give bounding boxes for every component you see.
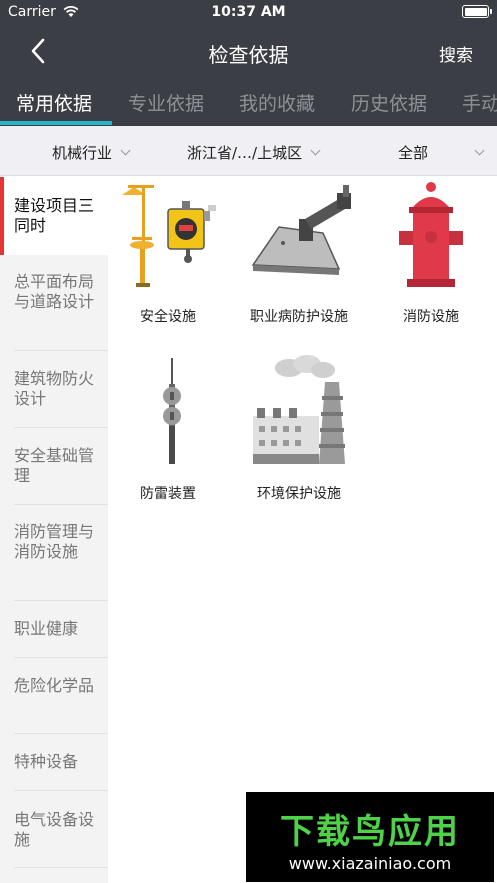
sidebar-item-label: 总平面布局与道路设计	[14, 272, 95, 311]
search-button[interactable]: 搜索	[439, 41, 473, 66]
sidebar-item-label: 职业健康	[14, 619, 79, 638]
tab-manual[interactable]: 手动	[462, 89, 497, 116]
grid-item-occupational-disease[interactable]: 职业病防护设施	[239, 177, 359, 337]
fire-hydrant-icon	[399, 182, 463, 287]
sidebar-item-project[interactable]: 建设项目三同时	[0, 177, 108, 255]
sidebar-item-layout[interactable]: 总平面布局与道路设计	[0, 255, 108, 351]
lightning-rod-icon	[163, 358, 181, 464]
sidebar-item-special-equipment[interactable]: 特种设备	[0, 734, 108, 791]
watermark-url: www.xiazainiao.com	[288, 854, 452, 873]
sidebar-item-label: 消防管理与消防设施	[14, 522, 95, 561]
region-filter[interactable]: 浙江省/…/上城区	[187, 142, 321, 163]
watermark-logo: 下载鸟应用 www.xiazainiao.com	[246, 792, 494, 882]
tab-professional[interactable]: 专业依据	[128, 89, 204, 116]
sidebar-item-hazardous-chemicals[interactable]: 危险化学品	[0, 658, 108, 734]
active-tab-indicator	[0, 121, 112, 125]
grid-item-environmental-protection[interactable]: 环境保护设施	[239, 352, 359, 512]
watermark-brand: 下载鸟应用	[280, 812, 460, 852]
grid-item-label: 环境保护设施	[257, 486, 341, 502]
grid-item-fire-facilities[interactable]: 消防设施	[371, 177, 491, 337]
grid-item-label: 消防设施	[403, 309, 459, 325]
divider	[14, 867, 108, 868]
factory-icon	[253, 355, 345, 464]
tab-history[interactable]: 历史依据	[351, 89, 427, 116]
tab-favorites[interactable]: 我的收藏	[239, 89, 315, 116]
filter-bar: 机械行业 浙江省/…/上城区 全部	[0, 126, 497, 176]
battery-icon	[462, 5, 492, 18]
grid-item-label: 职业病防护设施	[250, 309, 348, 325]
grid-item-safety-facilities[interactable]: 安全设施	[108, 177, 228, 337]
chevron-down-icon	[474, 145, 485, 156]
scope-filter-label: 全部	[398, 144, 429, 162]
chevron-down-icon	[120, 145, 131, 156]
scope-filter[interactable]: 全部	[398, 142, 485, 163]
sidebar-item-fire-design[interactable]: 建筑物防火设计	[0, 351, 108, 428]
industry-filter[interactable]: 机械行业	[52, 142, 131, 163]
page-title: 检查依据	[208, 43, 289, 67]
sidebar-item-label: 电气设备设施	[14, 810, 95, 849]
grid-item-label: 防雷装置	[140, 486, 196, 502]
sidebar: 建设项目三同时 总平面布局与道路设计 建筑物防火设计 安全基础管理 消防管理与消…	[0, 177, 108, 883]
sidebar-item-label: 特种设备	[14, 752, 79, 771]
chevron-down-icon	[310, 145, 321, 156]
grid-item-label: 安全设施	[140, 309, 196, 325]
sidebar-item-label: 建设项目三同时	[14, 196, 95, 235]
status-time: 10:37 AM	[211, 4, 286, 20]
sidebar-item-label: 建筑物防火设计	[14, 369, 95, 408]
safety-facilities-icon	[122, 185, 216, 287]
tab-common[interactable]: 常用依据	[16, 89, 92, 116]
industry-filter-label: 机械行业	[52, 144, 113, 162]
region-filter-label: 浙江省/…/上城区	[187, 144, 303, 162]
sidebar-item-electrical[interactable]: 电气设备设施	[0, 791, 108, 868]
sidebar-item-label: 危险化学品	[14, 676, 95, 695]
category-grid: 安全设施 职业病防护设施 消防设施 防雷装置 环境保护设施	[108, 177, 497, 883]
sidebar-item-fire-management[interactable]: 消防管理与消防设施	[0, 505, 108, 601]
sidebar-item-safety-basics[interactable]: 安全基础管理	[0, 428, 108, 505]
sidebar-item-occupational-health[interactable]: 职业健康	[0, 601, 108, 658]
status-bar: Carrier 10:37 AM	[0, 0, 497, 26]
sidebar-item-label: 安全基础管理	[14, 446, 95, 485]
nav-bar: 检查依据 搜索	[0, 26, 497, 76]
occupational-disease-icon	[251, 185, 351, 275]
category-tabs: 常用依据 专业依据 我的收藏 历史依据 手动	[0, 76, 497, 126]
grid-item-lightning-protection[interactable]: 防雷装置	[108, 352, 228, 512]
